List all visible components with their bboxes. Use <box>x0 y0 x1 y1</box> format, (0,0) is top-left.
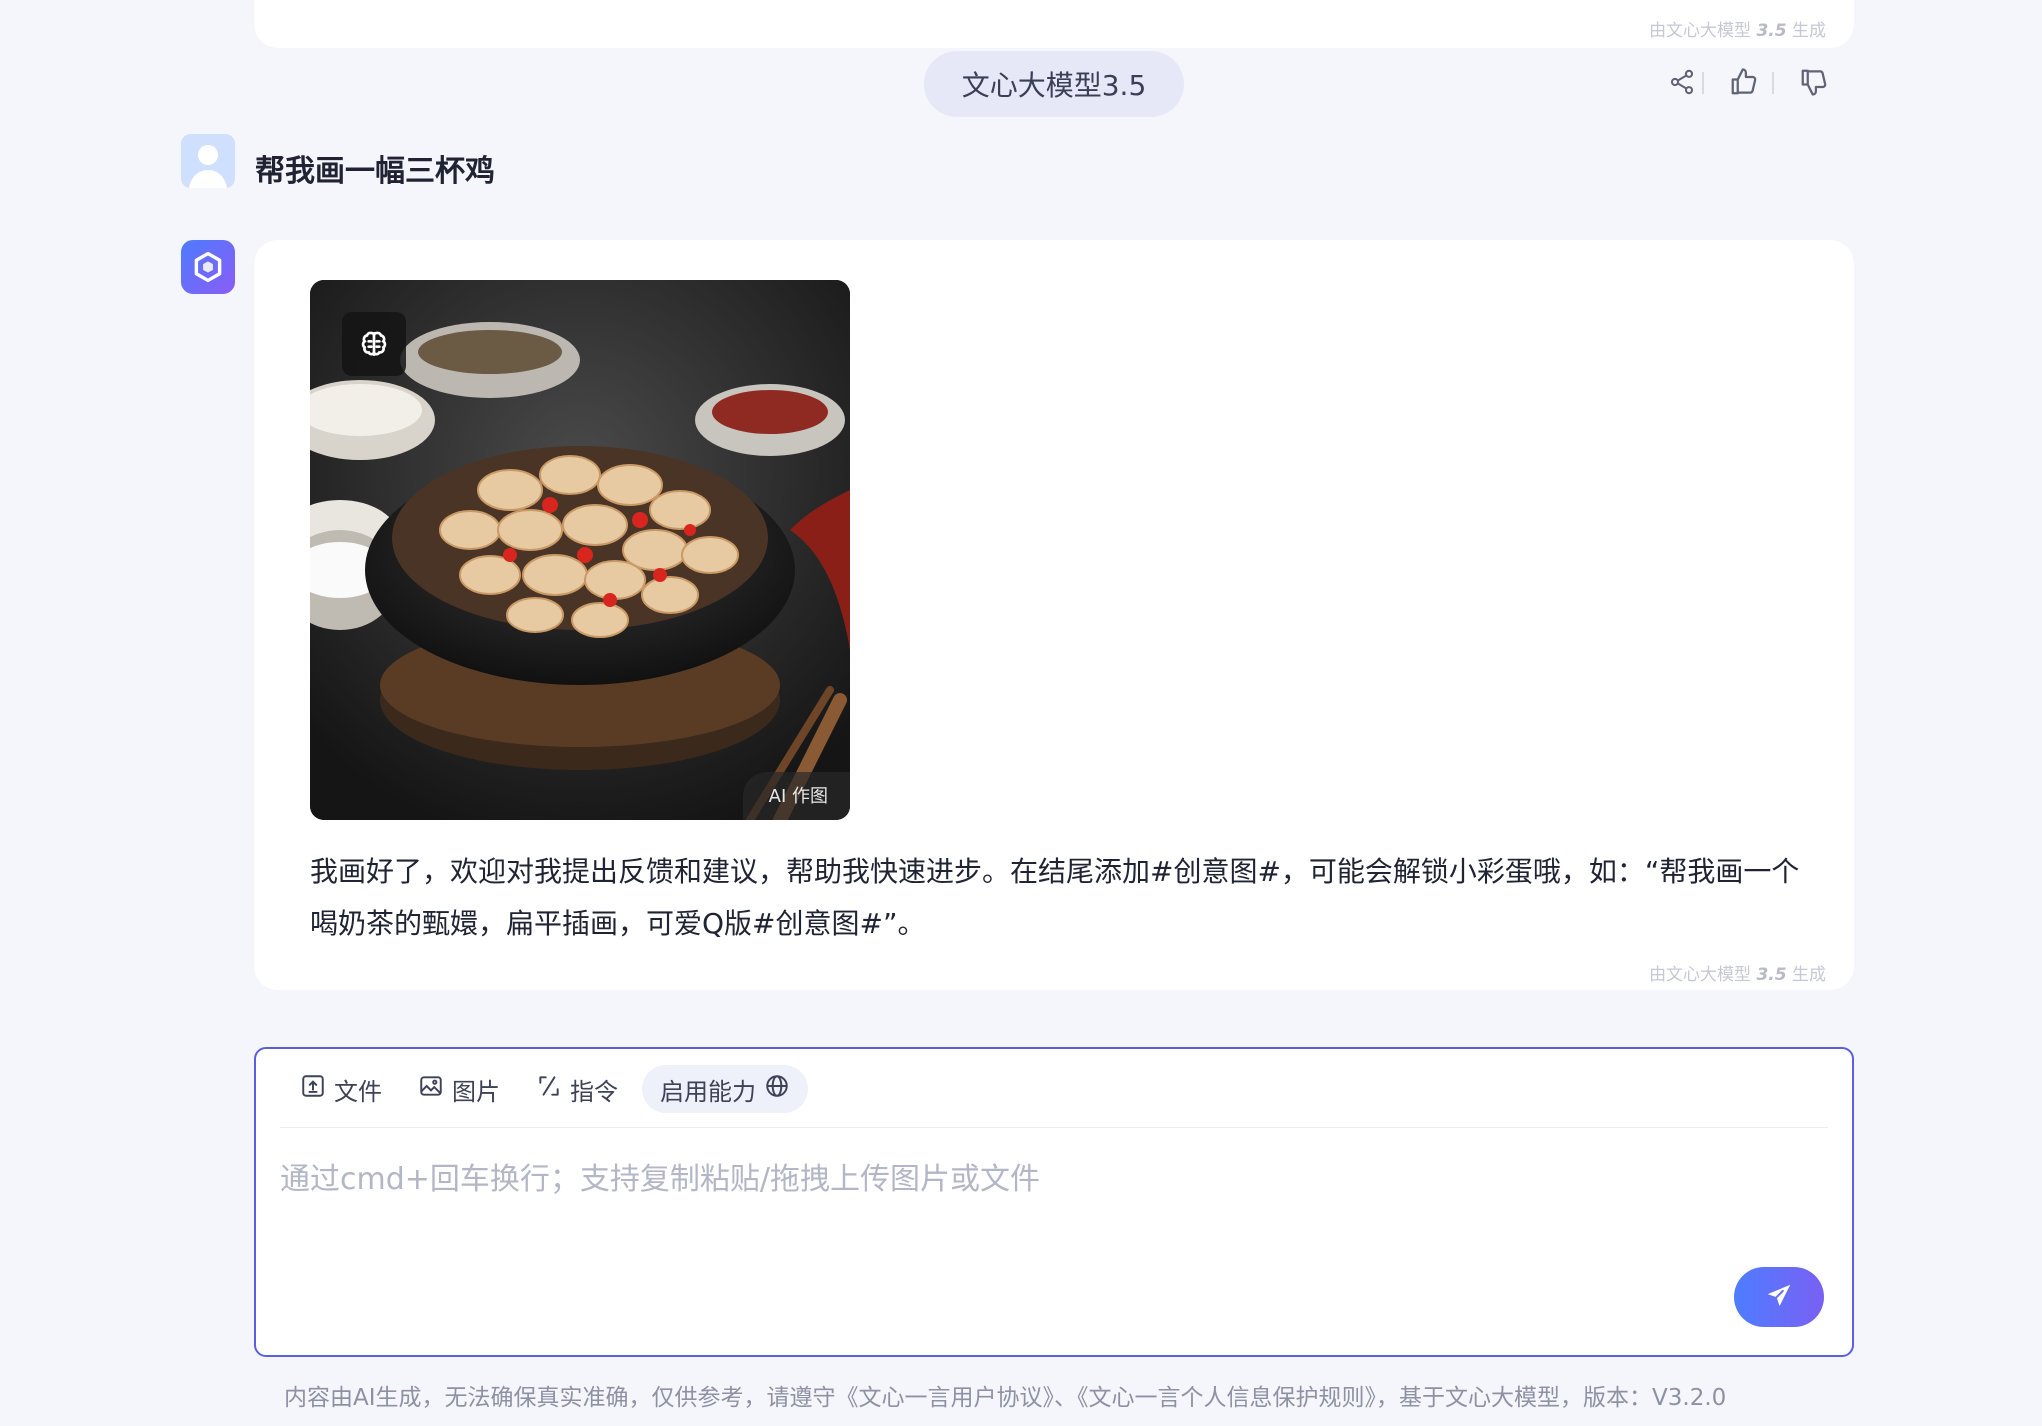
model-pill[interactable]: 文心大模型3.5 <box>924 51 1184 117</box>
user-avatar-icon <box>181 134 235 188</box>
upload-image-button[interactable]: 图片 <box>400 1065 518 1113</box>
composer-divider <box>280 1127 1828 1128</box>
brain-icon <box>342 312 406 376</box>
bot-reply-text: 我画好了，欢迎对我提出反馈和建议，帮助我快速进步。在结尾添加#创意图#，可能会解… <box>310 855 1800 940</box>
enable-capability-button[interactable]: 启用能力 <box>642 1065 808 1113</box>
upload-file-icon <box>300 1073 326 1105</box>
message-actions <box>1650 62 2042 106</box>
command-label: 指令 <box>570 1077 618 1106</box>
generated-by-note: 由文心大模型 3.5 生成 <box>1649 21 1826 41</box>
prompt-input[interactable] <box>280 1149 1680 1209</box>
chat-page: 由文心大模型 3.5 生成 文心大模型3.5 帮我画一幅三杯鸡 AI 作图 我画… <box>0 0 2042 1426</box>
ernie-logo-icon <box>181 240 235 294</box>
upload-file-button[interactable]: 文件 <box>282 1065 400 1113</box>
thumbs-down-icon[interactable] <box>1794 62 1834 102</box>
composer-toolbar: 文件 图片 指令 启用能力 <box>282 1065 808 1113</box>
previous-message-card: 由文心大模型 3.5 生成 <box>254 0 1854 48</box>
globe-icon <box>764 1073 790 1105</box>
user-message-text: 帮我画一幅三杯鸡 <box>255 154 495 189</box>
send-button[interactable] <box>1734 1267 1824 1327</box>
chat-composer: 文件 图片 指令 启用能力 通过cmd+回车换行；支持复制粘贴/拖拽上传图片或文… <box>254 1047 1854 1357</box>
send-plane-icon <box>1764 1281 1794 1314</box>
command-slash-icon <box>536 1073 562 1105</box>
generated-image[interactable]: AI 作图 <box>310 280 850 820</box>
share-icon[interactable] <box>1662 62 1702 102</box>
upload-file-label: 文件 <box>334 1077 382 1106</box>
action-separator <box>1772 72 1774 94</box>
image-icon <box>418 1073 444 1105</box>
disclaimer-footer: 内容由AI生成，无法确保真实准确，仅供参考，请遵守《文心一言用户协议》、《文心一… <box>284 1385 1727 1411</box>
action-separator <box>1702 72 1704 94</box>
ai-generated-tag: AI 作图 <box>742 772 850 820</box>
upload-image-label: 图片 <box>452 1077 500 1106</box>
enable-capability-label: 启用能力 <box>660 1077 756 1106</box>
bot-message-card: AI 作图 我画好了，欢迎对我提出反馈和建议，帮助我快速进步。在结尾添加#创意图… <box>254 240 1854 990</box>
generated-by-note: 由文心大模型 3.5 生成 <box>1649 965 1826 985</box>
command-button[interactable]: 指令 <box>518 1065 636 1113</box>
thumbs-up-icon[interactable] <box>1724 62 1764 102</box>
